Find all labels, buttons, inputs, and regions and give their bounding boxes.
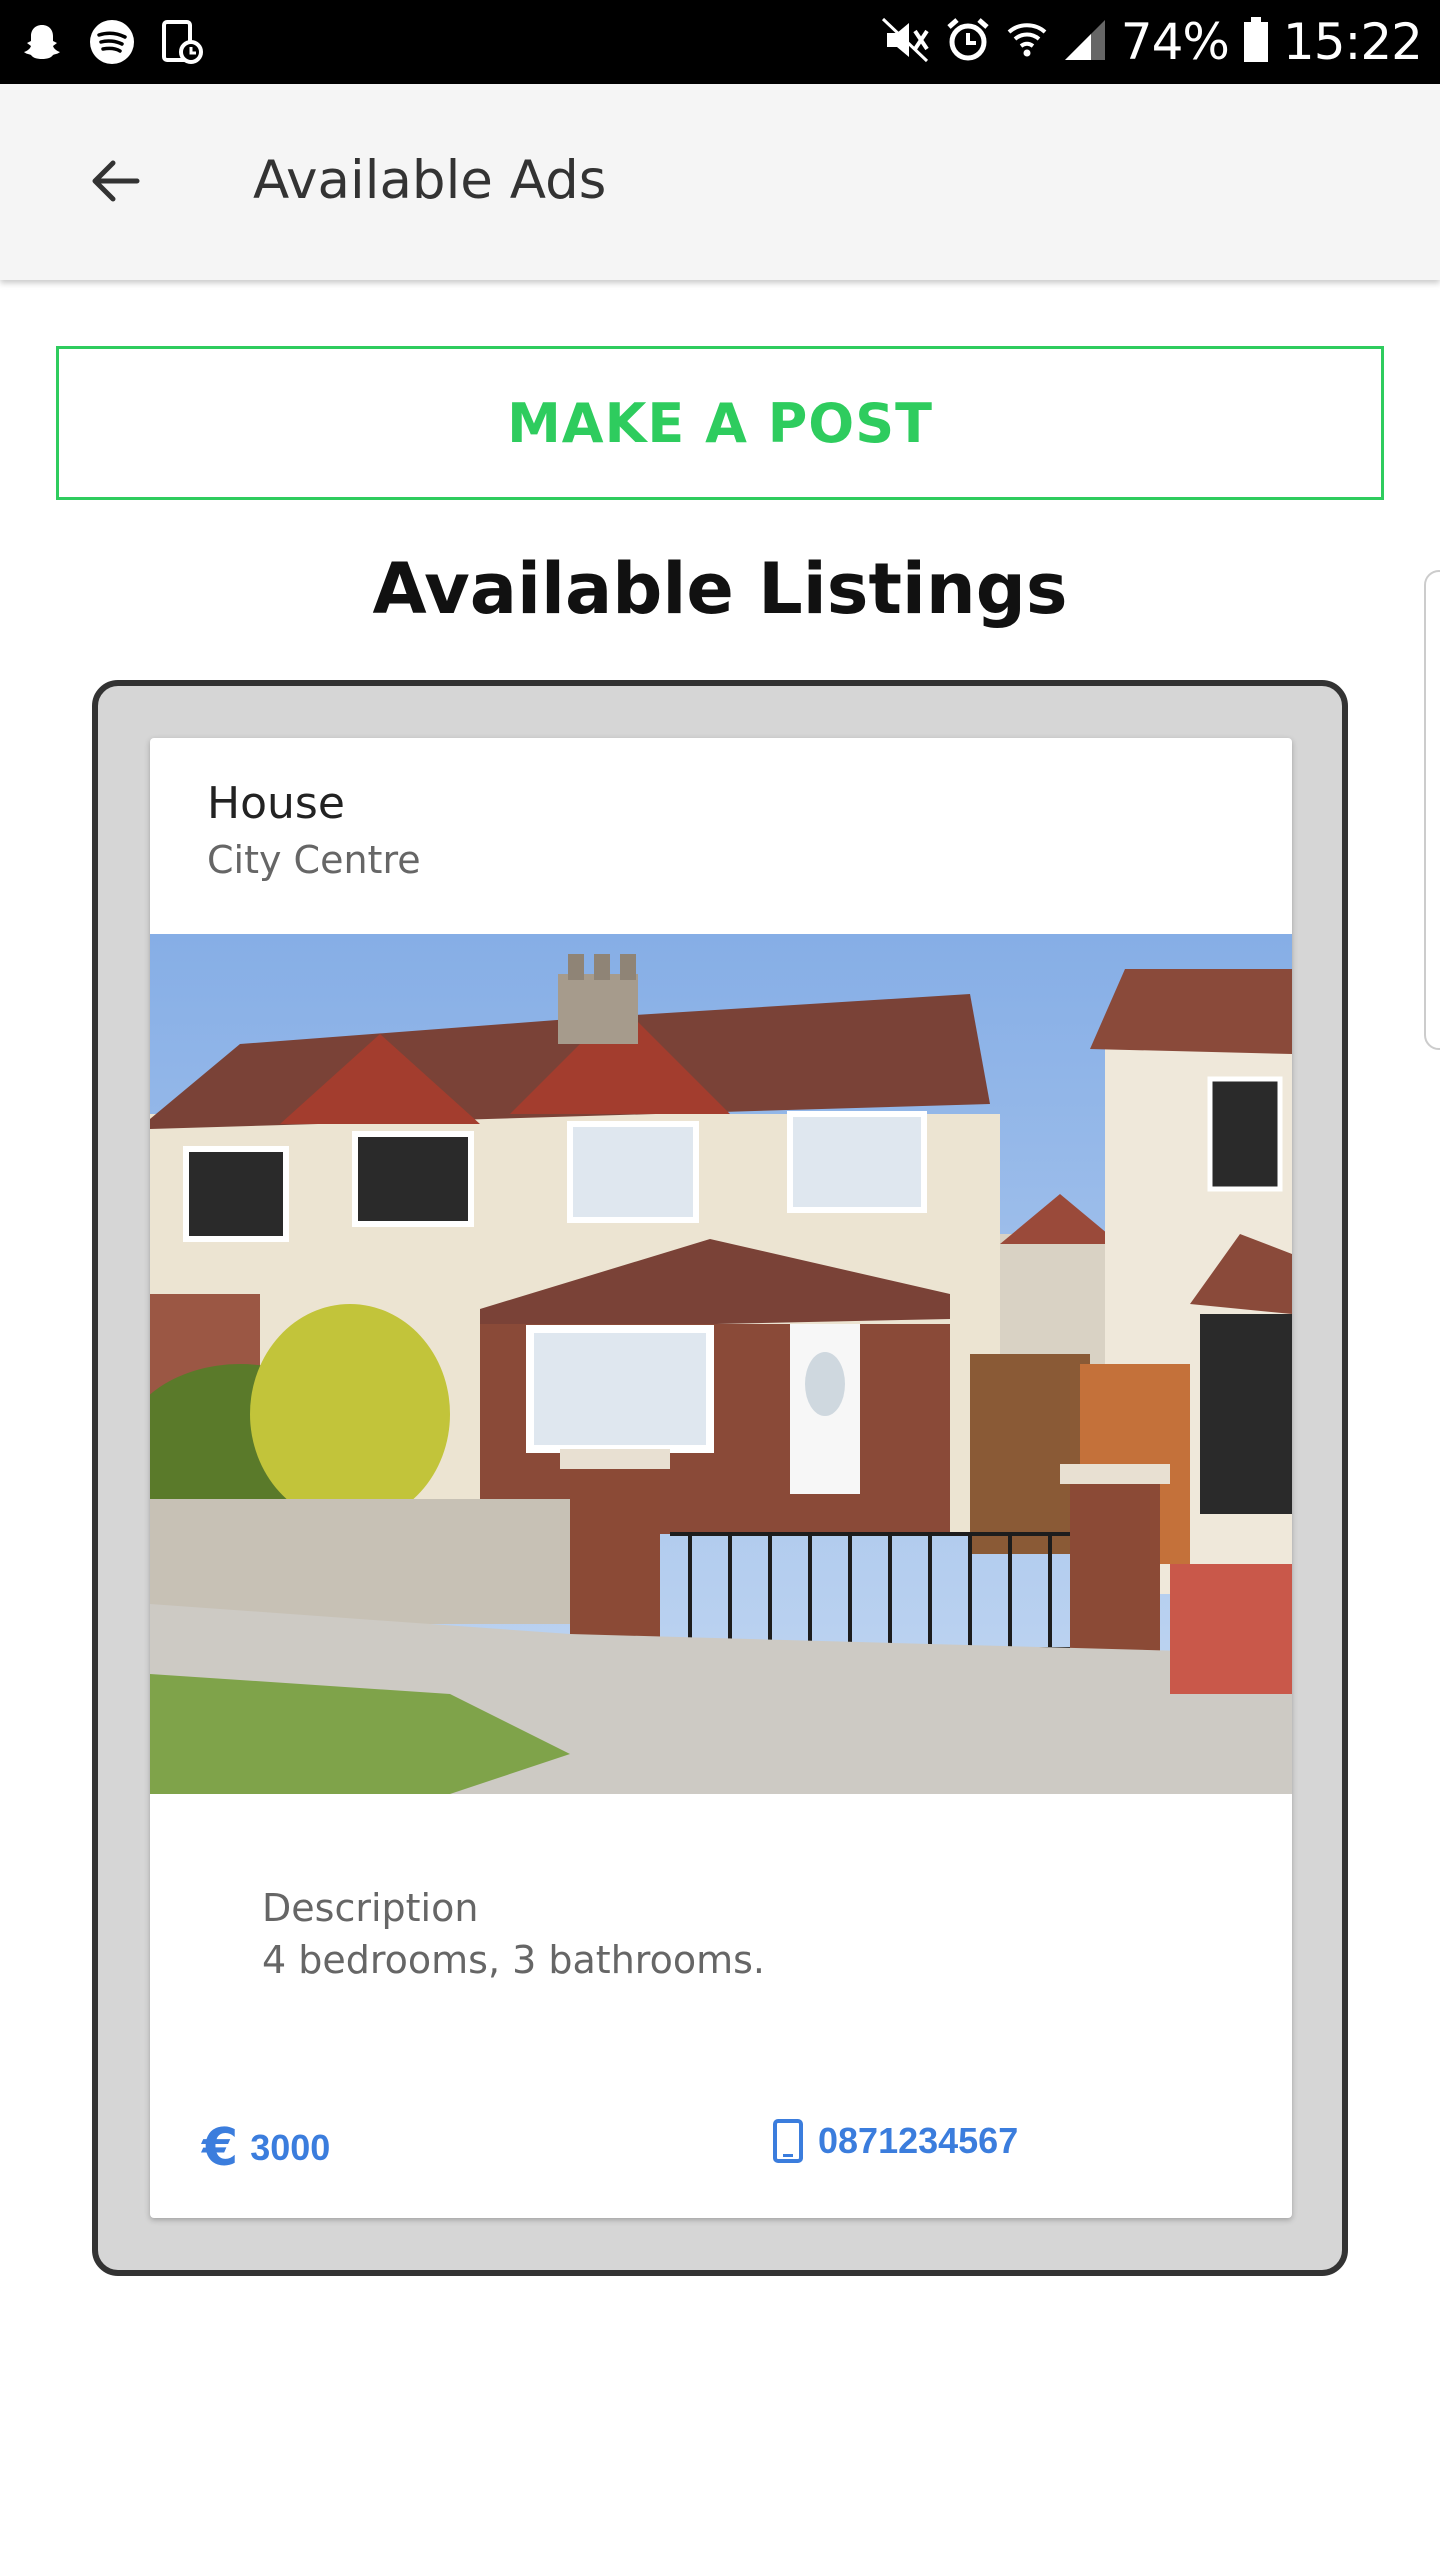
wifi-icon — [1005, 18, 1049, 67]
description-label: Description — [262, 1886, 479, 1930]
signal-icon — [1063, 18, 1107, 67]
battery-icon — [1243, 16, 1269, 68]
house-photo — [150, 934, 1292, 1794]
battery-percentage: 74% — [1120, 13, 1230, 71]
scroll-indicator[interactable] — [1424, 570, 1440, 1050]
status-left-icons — [18, 14, 206, 70]
listing-location: City Centre — [207, 838, 421, 882]
description-text: 4 bedrooms, 3 bathrooms. — [262, 1938, 765, 1982]
mute-icon — [881, 17, 931, 68]
listing-card[interactable]: House City Centre Description 4 bedrooms… — [150, 738, 1292, 2218]
app-bar: Available Ads — [0, 84, 1440, 280]
spotify-icon — [88, 14, 136, 70]
clock: 15:22 — [1282, 13, 1423, 71]
page-title: Available Ads — [253, 150, 607, 211]
euro-icon: € — [202, 2118, 239, 2178]
screen-time-icon — [158, 14, 206, 70]
arrow-left-icon — [92, 160, 140, 202]
status-bar: 74% 15:22 — [0, 0, 1440, 84]
snapchat-icon — [18, 14, 66, 70]
listings-heading: Available Listings — [372, 548, 1068, 630]
price-value: 3000 — [250, 2127, 331, 2168]
price-link[interactable]: € 3000 — [202, 2118, 330, 2178]
make-post-button[interactable]: MAKE A POST — [56, 346, 1384, 500]
phone-number: 0871234567 — [818, 2120, 1019, 2161]
listing-type: House — [207, 778, 345, 829]
phone-icon — [773, 2119, 803, 2163]
alarm-icon — [945, 17, 991, 68]
phone-link[interactable]: 0871234567 — [772, 2118, 1018, 2164]
back-button[interactable] — [72, 138, 158, 224]
status-right-icons: 74% 15:22 — [881, 0, 1423, 84]
